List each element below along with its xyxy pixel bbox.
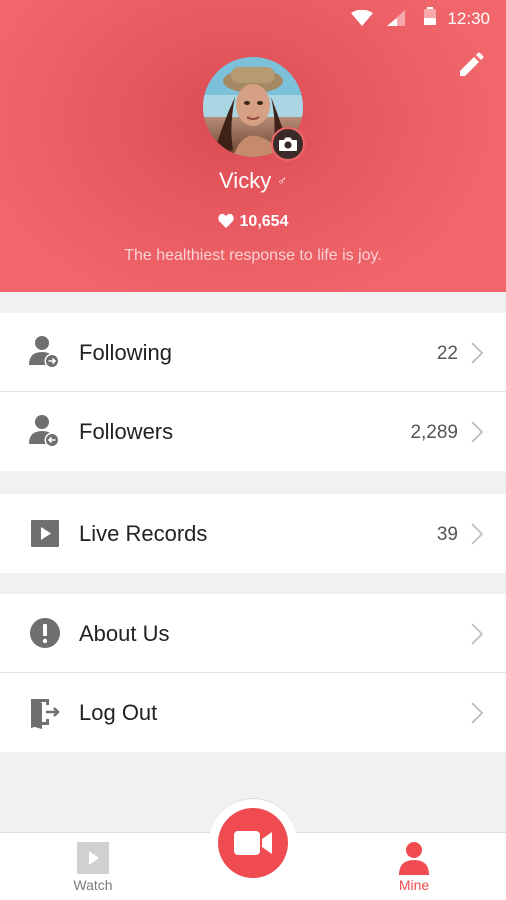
tab-watch[interactable]: Watch	[33, 833, 153, 900]
watch-play-icon	[77, 842, 109, 874]
wifi-icon	[351, 10, 373, 26]
tab-label-watch: Watch	[73, 877, 113, 893]
menu-label-following: Following	[79, 340, 172, 365]
menu-item-live-records[interactable]: Live Records 39	[0, 494, 506, 573]
menu-label-about-us: About Us	[79, 621, 170, 646]
signal-icon	[387, 10, 405, 26]
edit-profile-button[interactable]	[456, 52, 484, 80]
menu-label-live-records: Live Records	[79, 521, 208, 546]
live-records-count: 39	[436, 524, 458, 545]
menu-item-about-us[interactable]: About Us	[0, 594, 506, 673]
chevron-right-icon	[471, 421, 483, 443]
followers-count: 2,289	[410, 422, 458, 443]
settings-menu-group: About Us Log Out	[0, 594, 506, 752]
following-count: 22	[436, 343, 458, 364]
status-bar: 12:30	[0, 0, 506, 36]
gender-male-icon: ♂	[277, 173, 287, 188]
profile-header: 12:30 Vicky ♂ 10,654 The healthiest resp…	[0, 0, 506, 292]
chevron-right-icon	[471, 342, 483, 364]
mine-person-icon	[399, 842, 429, 875]
camera-icon	[279, 137, 297, 151]
menu-label-log-out: Log Out	[79, 700, 158, 725]
tab-label-mine: Mine	[398, 877, 430, 893]
profile-bio: The healthiest response to life is joy.	[124, 247, 382, 264]
status-time: 12:30	[447, 9, 490, 28]
battery-icon	[424, 7, 436, 25]
chevron-right-icon	[471, 623, 483, 645]
go-live-button[interactable]	[218, 808, 288, 878]
log-out-door-icon	[31, 699, 60, 729]
likes-count-line: 10,654	[0, 213, 506, 231]
change-avatar-button[interactable]	[271, 127, 305, 161]
info-exclamation-icon	[30, 618, 60, 648]
menu-item-followers[interactable]: Followers 2,289	[0, 392, 506, 471]
video-camera-icon	[234, 831, 272, 855]
menu-item-following[interactable]: Following 22	[0, 313, 506, 392]
user-name: Vicky	[219, 168, 272, 193]
following-user-icon	[29, 336, 60, 369]
menu-label-followers: Followers	[79, 419, 174, 444]
chevron-right-icon	[471, 523, 483, 545]
heart-icon	[217, 213, 234, 228]
likes-count: 10,654	[239, 213, 289, 230]
records-menu-group: Live Records 39	[0, 494, 506, 573]
user-name-line: Vicky ♂	[0, 168, 506, 194]
tab-mine[interactable]: Mine	[354, 833, 474, 900]
play-video-icon	[31, 520, 59, 547]
chevron-right-icon	[471, 702, 483, 724]
social-menu-group: Following 22 Followers 2,289	[0, 313, 506, 471]
followers-user-icon	[29, 415, 60, 448]
menu-item-log-out[interactable]: Log Out	[0, 673, 506, 752]
